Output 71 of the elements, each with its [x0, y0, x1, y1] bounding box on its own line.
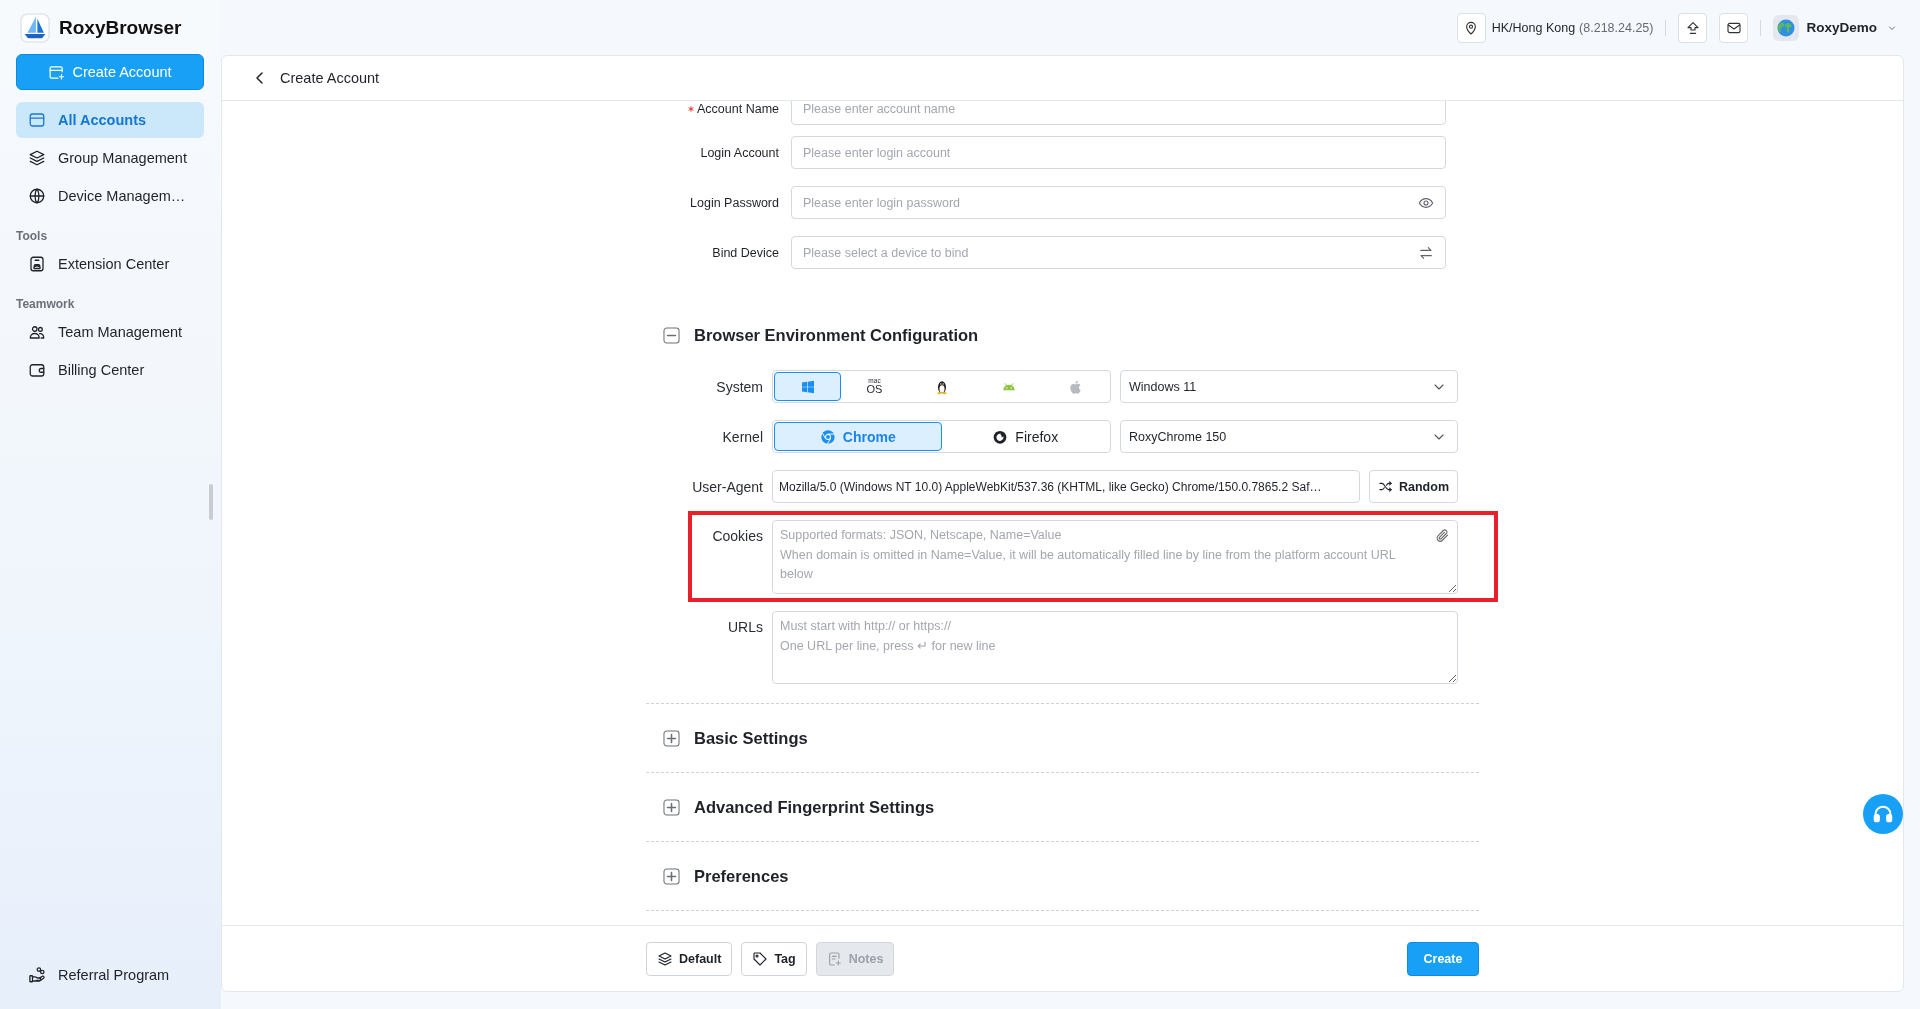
version-select[interactable]: Windows 11: [1120, 370, 1458, 403]
windows-icon: [799, 378, 816, 395]
field-label: Login Password: [690, 195, 779, 210]
device-select-field[interactable]: Please select a device to bind: [791, 236, 1446, 269]
minus-box-icon[interactable]: [662, 325, 681, 345]
system-option[interactable]: [774, 372, 841, 401]
upload-icon: [1684, 19, 1701, 36]
location-button[interactable]: [1456, 12, 1486, 43]
text-field[interactable]: Please enter account name: [791, 101, 1446, 125]
text-field[interactable]: Please enter login account: [791, 136, 1446, 169]
field-label: Account Name: [697, 101, 779, 116]
nav-item[interactable]: Device Managem…: [16, 178, 204, 214]
user-menu-button[interactable]: RoxyDemo: [1773, 14, 1898, 41]
headset-icon: [1872, 803, 1894, 825]
field-label: URLs: [727, 618, 763, 635]
firefox-icon: [992, 428, 1009, 445]
field-label: Cookies: [711, 527, 763, 544]
field-label: Login Account: [700, 145, 779, 160]
asterisk-icon: [688, 105, 694, 112]
kernel-option[interactable]: Firefox: [941, 422, 1109, 451]
field-label: Bind Device: [712, 245, 779, 260]
user-agent-field[interactable]: Mozilla/5.0 (Windows NT 10.0) AppleWebKit/537.36 (KHTML, like Gecko) Chrome/150.0.7865.2 Saf…: [772, 470, 1360, 503]
globe-icon: [28, 187, 46, 205]
mail-button[interactable]: [1719, 12, 1749, 43]
field-label: User-Agent: [691, 478, 763, 495]
urls-field[interactable]: Must start with http:// or https:// One URL per line, press ↵ for new line: [772, 611, 1458, 684]
layers-icon: [657, 950, 673, 967]
globe-avatar-icon: [1773, 14, 1800, 41]
window-icon: [28, 111, 46, 129]
nav-section-title: Teamwork: [16, 296, 75, 312]
upload-button[interactable]: [1678, 12, 1708, 43]
page-title: Create Account: [280, 70, 380, 86]
app-name: RoxyBrowser: [59, 16, 182, 39]
wallet-icon: [28, 361, 46, 379]
hand-coins-icon: [28, 966, 46, 984]
apple-icon: [1067, 378, 1084, 395]
chrome-icon: [819, 428, 836, 445]
plus-box-icon[interactable]: [662, 728, 681, 748]
sailboat-logo-icon: [20, 11, 50, 44]
ip-address: (8.218.24.25): [1579, 20, 1654, 35]
people-icon: [28, 323, 46, 341]
field-label: System: [715, 378, 763, 395]
nav-section-title: Tools: [16, 228, 48, 244]
section-title: Advanced Fingerprint Settings: [694, 797, 935, 817]
nav-item[interactable]: Extension Center: [16, 246, 204, 282]
plus-box-icon[interactable]: [662, 797, 681, 817]
tag-icon: [752, 950, 769, 967]
nav-item[interactable]: Billing Center: [16, 352, 204, 388]
plus-box-icon[interactable]: [662, 866, 681, 886]
note-plus-icon: [826, 950, 843, 967]
nav-item[interactable]: Team Management: [16, 314, 204, 350]
nav-item[interactable]: All Accounts: [16, 102, 204, 138]
default-button[interactable]: Default: [646, 941, 733, 976]
layers-icon: [28, 149, 46, 167]
tag-button[interactable]: Tag: [741, 941, 807, 976]
version-select[interactable]: RoxyChrome 150: [1120, 420, 1458, 453]
shuffle-icon: [1378, 479, 1393, 494]
section-title: Preferences: [694, 866, 789, 886]
section-title: Basic Settings: [694, 728, 808, 748]
paperclip-icon[interactable]: [1435, 528, 1450, 543]
card-plus-icon: [48, 63, 66, 81]
cookies-field[interactable]: Supported formats: JSON, Netscape, Name=Value When domain is omitted in Name=Value, it will be automatically filled line by line from the platform account URL below: [772, 520, 1458, 594]
box-icon: [28, 255, 46, 273]
resize-handle[interactable]: [209, 484, 213, 520]
section-title: Browser Environment Configuration: [694, 325, 979, 345]
nav-item[interactable]: Group Management: [16, 140, 204, 176]
field-label: Kernel: [721, 428, 763, 445]
password-field[interactable]: Please enter login password: [791, 186, 1446, 219]
location-label: HK/Hong Kong: [1491, 20, 1576, 35]
random-button[interactable]: Random: [1369, 470, 1458, 503]
nav-item[interactable]: Referral Program: [16, 957, 204, 993]
